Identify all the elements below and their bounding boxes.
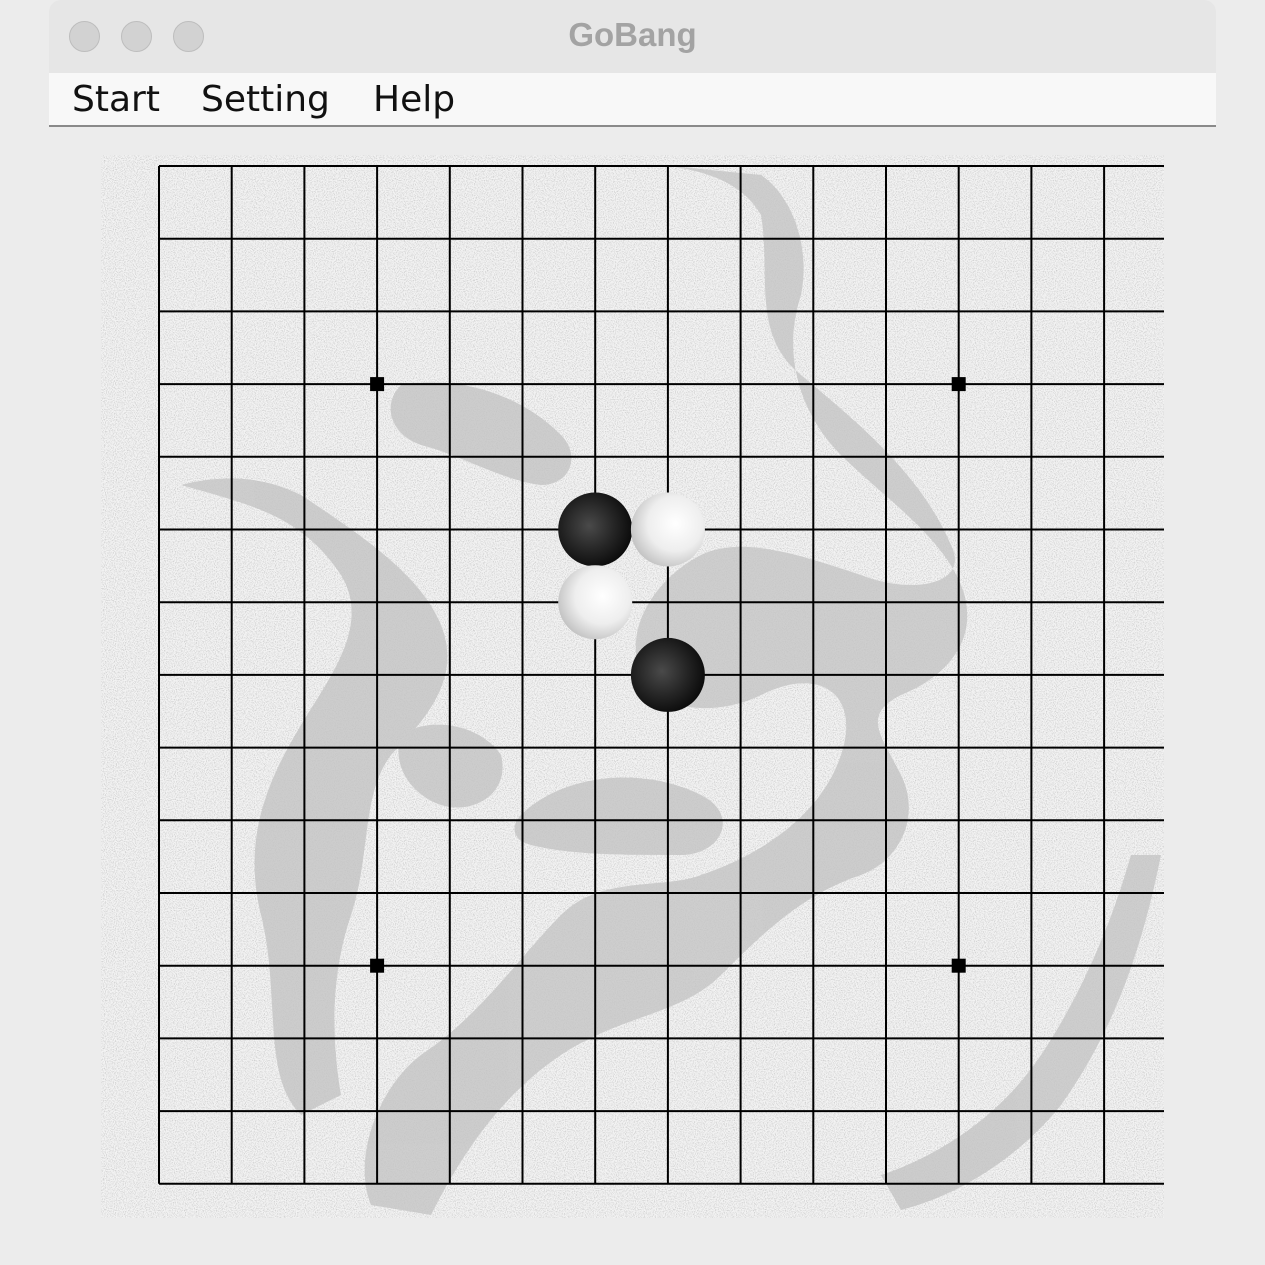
black-stone [558,492,633,567]
menu-bar: Start Setting Help [49,73,1216,127]
star-point [370,958,385,973]
game-board[interactable] [101,155,1164,1218]
title-bar[interactable]: GoBang [49,0,1216,73]
white-stone [630,492,705,567]
board-canvas[interactable] [101,155,1164,1218]
star-point [951,958,966,973]
gobang-window: GoBang Start Setting Help [49,0,1216,1265]
board-texture [101,155,1164,1218]
white-stone [558,565,633,640]
menu-help[interactable]: Help [373,79,455,120]
window-title: GoBang [568,16,697,53]
menu-start[interactable]: Start [72,79,160,120]
black-stone [630,637,705,712]
star-point [370,377,385,392]
star-point [951,377,966,392]
menu-setting[interactable]: Setting [201,79,330,120]
